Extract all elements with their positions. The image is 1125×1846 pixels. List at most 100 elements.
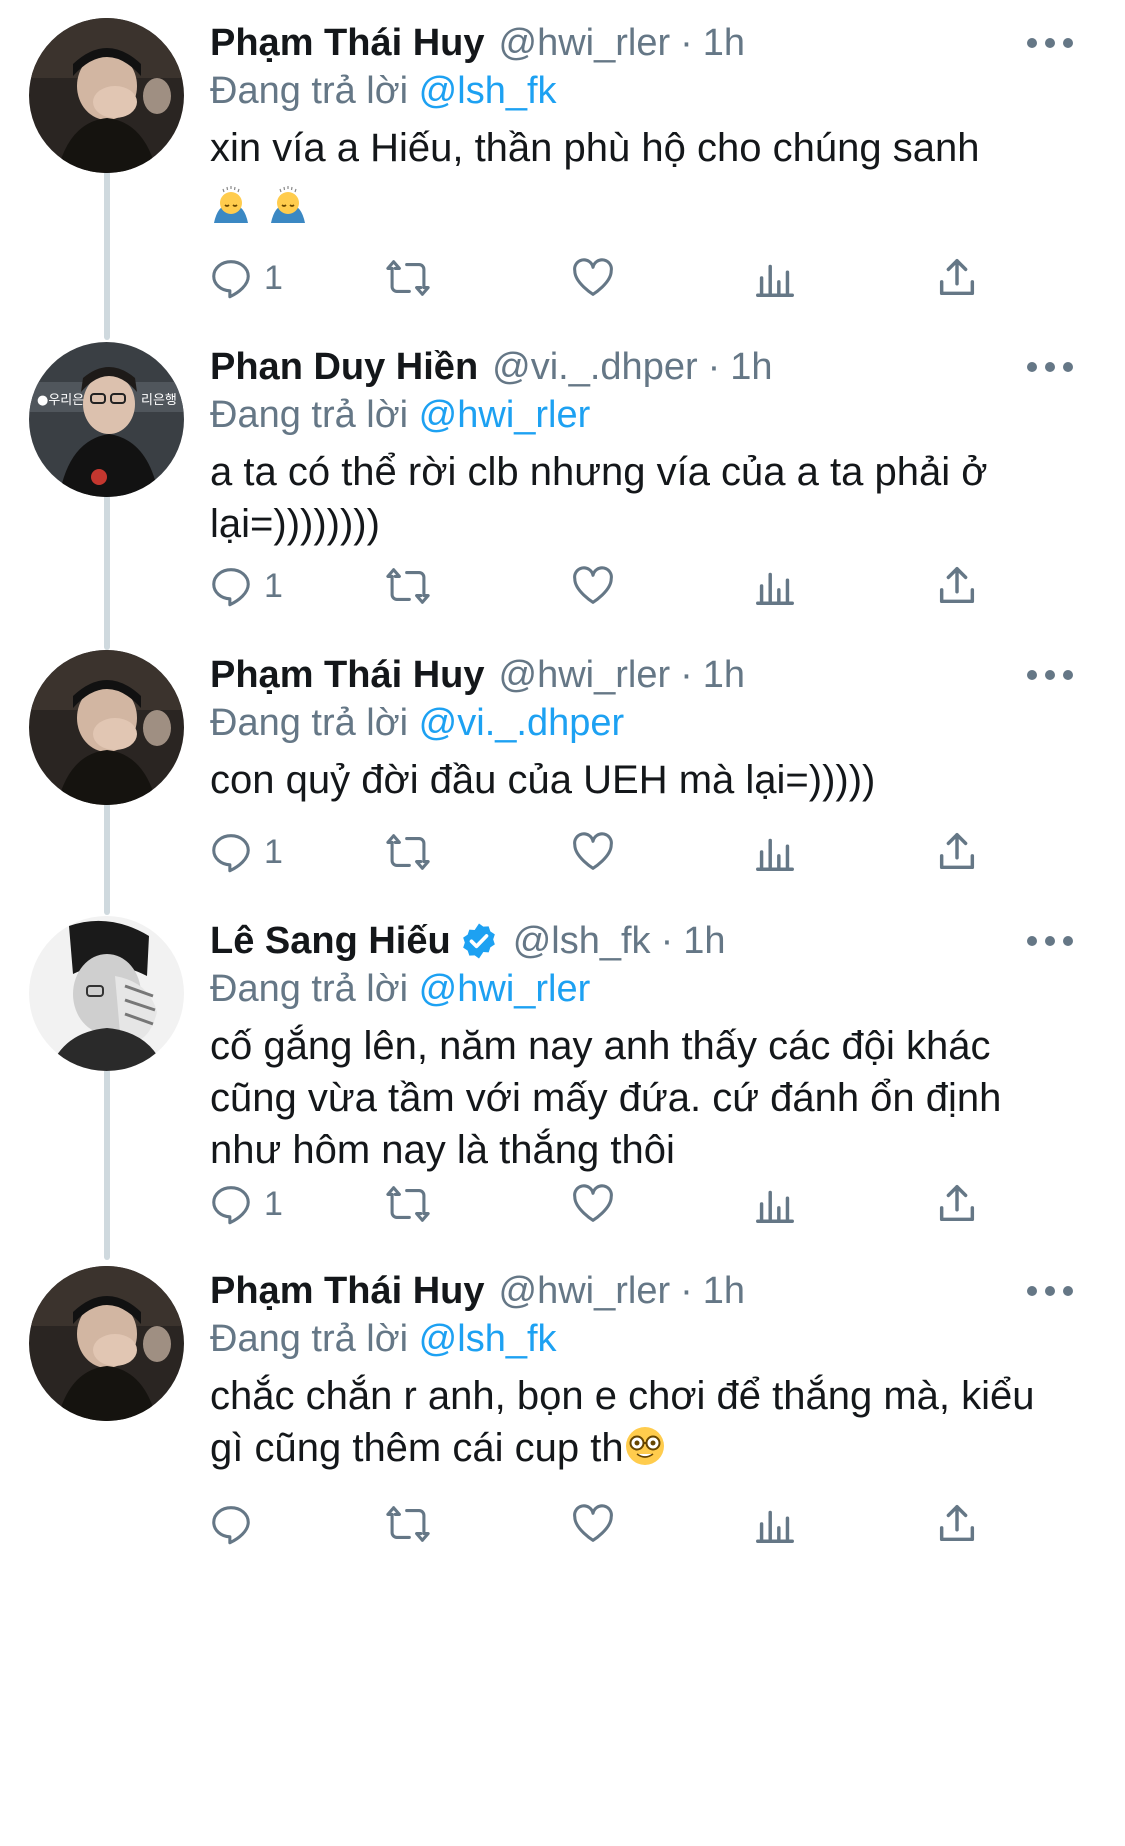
share-button[interactable] xyxy=(934,556,980,616)
analytics-button[interactable] xyxy=(752,1174,798,1234)
share-button[interactable] xyxy=(934,1494,980,1554)
more-options-icon[interactable] xyxy=(1027,660,1073,690)
avatar[interactable] xyxy=(29,1266,184,1421)
reply-button[interactable]: 1 xyxy=(208,248,283,308)
tweet[interactable]: Phạm Thái Huy @hwi_rler · 1h Đang trả lờ… xyxy=(0,1266,1125,1606)
display-name[interactable]: Phan Duy Hiền xyxy=(210,346,478,389)
avatar[interactable]: ●우리은행 리은행 xyxy=(29,342,184,497)
like-button[interactable] xyxy=(570,248,616,308)
separator-dot: · xyxy=(680,653,693,696)
timestamp[interactable]: 1h xyxy=(683,920,725,963)
reply-icon xyxy=(212,568,250,607)
reply-button[interactable]: 1 xyxy=(208,556,283,616)
reply-mention-link[interactable]: @vi._.dhper xyxy=(419,702,624,744)
share-button[interactable] xyxy=(934,822,980,882)
timestamp[interactable]: 1h xyxy=(730,346,772,389)
user-handle[interactable]: @lsh_fk xyxy=(513,920,651,963)
retweet-icon xyxy=(386,260,430,296)
timestamp[interactable]: 1h xyxy=(703,1270,745,1313)
heart-icon xyxy=(573,832,613,870)
avatar-photo xyxy=(29,916,184,1071)
avatar[interactable] xyxy=(29,18,184,173)
emoji-row xyxy=(210,180,1070,232)
avatar[interactable] xyxy=(29,916,184,1071)
retweet-button[interactable] xyxy=(385,556,431,616)
avatar-photo xyxy=(29,650,184,805)
tweet-text-content: cố gắng lên, năm nay anh thấy các đội kh… xyxy=(210,1024,1002,1172)
tweet-actions: 1 xyxy=(0,556,1125,616)
heart-icon xyxy=(573,566,613,604)
retweet-icon xyxy=(386,1186,430,1222)
share-icon xyxy=(939,1505,975,1542)
like-button[interactable] xyxy=(570,1494,616,1554)
analytics-button[interactable] xyxy=(752,556,798,616)
separator-dot: · xyxy=(707,345,721,388)
analytics-icon xyxy=(756,572,794,605)
replying-prefix: Đang trả lời xyxy=(210,968,409,1010)
retweet-button[interactable] xyxy=(385,248,431,308)
user-handle[interactable]: @hwi_rler xyxy=(499,1270,671,1313)
analytics-icon xyxy=(756,264,794,297)
reply-mention-link[interactable]: @lsh_fk xyxy=(419,1318,557,1360)
share-icon xyxy=(939,833,975,870)
retweet-button[interactable] xyxy=(385,822,431,882)
display-name[interactable]: Phạm Thái Huy xyxy=(210,22,485,65)
retweet-icon xyxy=(386,834,430,870)
retweet-button[interactable] xyxy=(385,1494,431,1554)
display-name[interactable]: Phạm Thái Huy xyxy=(210,654,485,697)
heart-icon xyxy=(573,1504,613,1542)
reply-mention-link[interactable]: @hwi_rler xyxy=(419,394,591,436)
share-button[interactable] xyxy=(934,248,980,308)
reply-mention-link[interactable]: @hwi_rler xyxy=(419,968,591,1010)
heart-icon xyxy=(573,1184,613,1222)
user-handle[interactable]: @hwi_rler xyxy=(499,654,671,697)
reply-icon xyxy=(212,1506,250,1545)
replying-to: Đang trả lời @vi._.dhper xyxy=(210,702,624,745)
analytics-button[interactable] xyxy=(752,248,798,308)
tweet[interactable]: ●우리은행 리은행 Phan Duy Hiền @vi._.dhper · 1h… xyxy=(0,342,1125,632)
like-button[interactable] xyxy=(570,556,616,616)
more-options-icon[interactable] xyxy=(1027,926,1073,956)
user-handle[interactable]: @hwi_rler xyxy=(499,22,671,65)
analytics-button[interactable] xyxy=(752,1494,798,1554)
display-name[interactable]: Lê Sang Hiếu xyxy=(210,920,451,963)
like-button[interactable] xyxy=(570,822,616,882)
tweet-actions: 1 xyxy=(0,822,1125,882)
reply-button[interactable]: 1 xyxy=(208,822,283,882)
share-icon xyxy=(939,567,975,604)
share-button[interactable] xyxy=(934,1174,980,1234)
timestamp[interactable]: 1h xyxy=(703,654,745,697)
tweet[interactable]: Phạm Thái Huy @hwi_rler · 1h Đang trả lờ… xyxy=(0,650,1125,900)
analytics-icon xyxy=(756,838,794,871)
share-icon xyxy=(939,259,975,296)
replying-to: Đang trả lời @lsh_fk xyxy=(210,70,557,113)
avatar[interactable] xyxy=(29,650,184,805)
retweet-button[interactable] xyxy=(385,1174,431,1234)
reply-button[interactable] xyxy=(208,1494,264,1554)
more-options-icon[interactable] xyxy=(1027,1276,1073,1306)
tweet[interactable]: Phạm Thái Huy @hwi_rler · 1h Đang trả lờ… xyxy=(0,18,1125,318)
more-options-icon[interactable] xyxy=(1027,352,1073,382)
reply-mention-link[interactable]: @lsh_fk xyxy=(419,70,557,112)
replying-prefix: Đang trả lời xyxy=(210,394,409,436)
verified-badge-icon xyxy=(462,923,495,959)
like-button[interactable] xyxy=(570,1174,616,1234)
bowing-emoji xyxy=(271,186,306,223)
reply-button[interactable]: 1 xyxy=(208,1174,283,1234)
separator-dot: · xyxy=(680,21,693,64)
reply-count: 1 xyxy=(264,1184,283,1223)
timestamp[interactable]: 1h xyxy=(703,22,745,65)
tweet-header: Phạm Thái Huy @hwi_rler · 1h xyxy=(210,1266,745,1316)
analytics-button[interactable] xyxy=(752,822,798,882)
tweet-text-content: xin vía a Hiếu, thần phù hộ cho chúng sa… xyxy=(210,126,980,170)
replying-prefix: Đang trả lời xyxy=(210,702,409,744)
reply-icon xyxy=(212,260,250,299)
tweet[interactable]: Lê Sang Hiếu @lsh_fk · 1h Đang trả lời @… xyxy=(0,916,1125,1246)
tweet-text: a ta có thể rời clb nhưng vía của a ta p… xyxy=(210,446,1070,550)
more-options-icon[interactable] xyxy=(1027,28,1073,58)
reply-icon xyxy=(212,1186,250,1225)
display-name[interactable]: Phạm Thái Huy xyxy=(210,1270,485,1313)
separator-dot: · xyxy=(680,1269,693,1312)
analytics-icon xyxy=(756,1190,794,1223)
user-handle[interactable]: @vi._.dhper xyxy=(492,346,697,389)
